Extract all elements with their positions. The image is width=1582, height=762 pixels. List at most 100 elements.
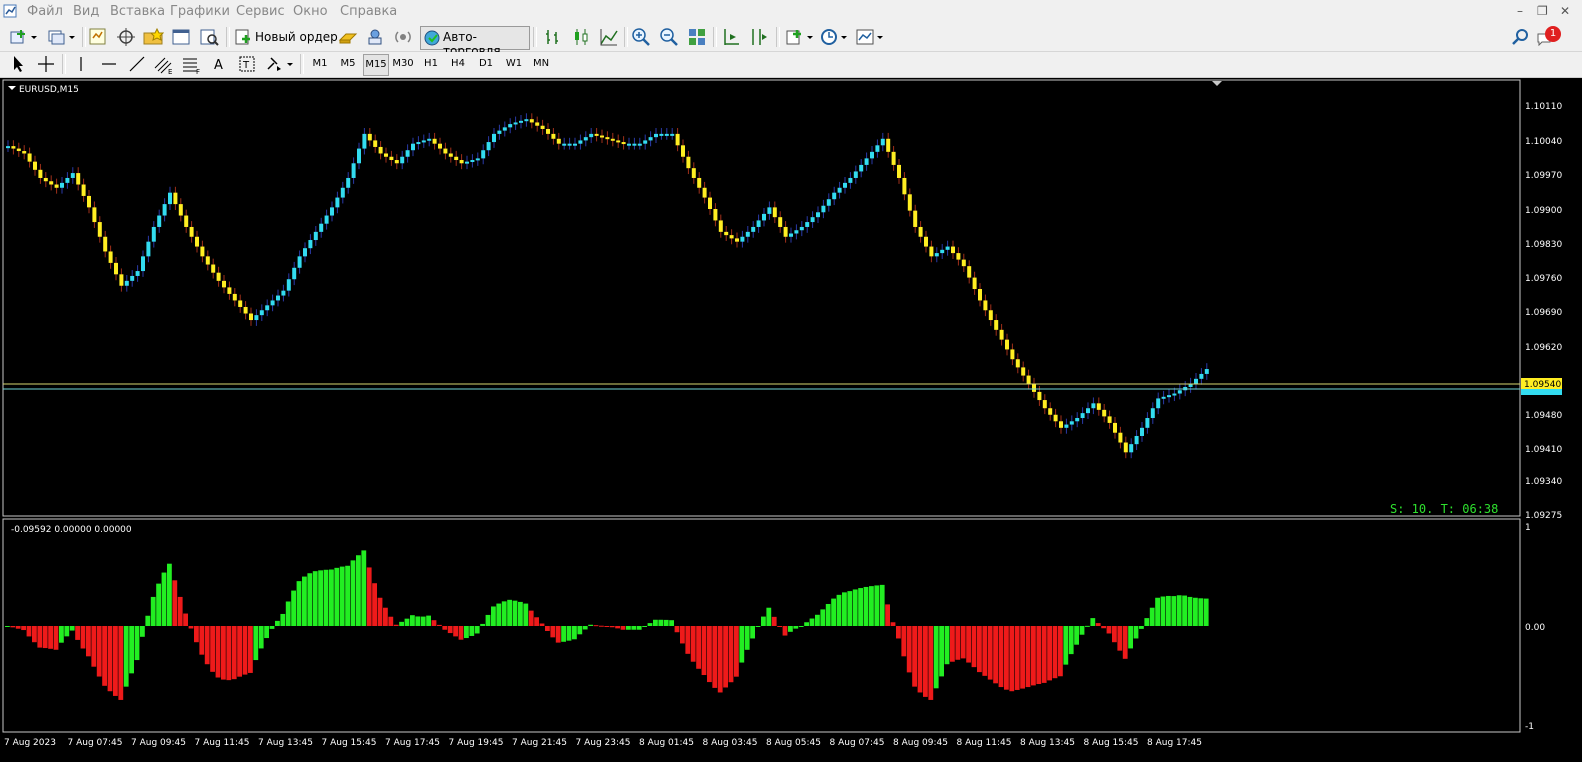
dropdown-arrow-icon[interactable] [804,26,816,48]
histogram-bar [642,626,647,627]
candle-body [956,253,961,260]
notifications-button[interactable]: 1 [1537,26,1561,48]
timeframe-h4[interactable]: H4 [446,54,470,74]
histogram-bar [869,586,874,626]
market-watch-icon[interactable] [87,26,109,48]
menu-tools[interactable]: Сервис [236,4,285,19]
candle-body [1091,403,1096,409]
new-chart-icon[interactable] [8,26,30,48]
timeframe-m15[interactable]: M15 [363,54,389,76]
templates-icon[interactable] [854,26,876,48]
trendline-icon[interactable] [126,53,148,75]
svg-text:F: F [196,68,200,75]
histogram-bar [1106,626,1112,634]
auto-trading-button[interactable]: Авто-торговля [420,26,530,58]
dropdown-arrow-icon[interactable] [28,26,40,48]
histogram-bar [1128,626,1133,649]
histogram-bar [647,623,653,626]
text-icon[interactable]: A [208,53,230,75]
timeframe-mn[interactable]: MN [529,54,553,74]
menu-file[interactable]: Файл [27,4,63,19]
timeframe-h1[interactable]: H1 [419,54,443,74]
candle-body [308,240,313,249]
new-order-button[interactable]: Новый ордер [255,26,338,48]
signals-icon[interactable] [392,26,414,48]
equidistant-channel-icon[interactable]: E [152,53,174,75]
candle-body [594,133,599,136]
periods-clock-icon[interactable] [818,26,840,48]
dropdown-arrow-icon[interactable] [874,26,886,48]
histogram-bar [620,626,626,630]
cursor-icon[interactable] [7,53,29,75]
menu-window[interactable]: Окно [293,4,328,19]
chart-shift-icon[interactable] [720,26,742,48]
candle-body [519,120,523,123]
candle-body [632,143,637,146]
chart-shift-marker-icon[interactable] [1212,81,1222,86]
close-icon[interactable]: ✕ [1560,4,1570,18]
terminal-icon[interactable] [170,26,192,48]
zoom-out-icon[interactable] [658,26,680,48]
horizontal-line-icon[interactable] [98,53,120,75]
candle-body [124,280,129,286]
timeframe-d1[interactable]: D1 [474,54,498,74]
strategy-tester-icon[interactable] [198,26,220,48]
histogram-bar [566,626,572,641]
tile-windows-icon[interactable] [686,26,708,48]
candle-body [346,177,351,188]
chart-canvas[interactable]: EURUSD,M15 -0.09592 0.00000 0.00000 1.10… [0,78,1582,762]
time-tick-label: 7 Aug 07:45 [68,738,123,748]
candle-body [529,119,534,123]
timeframe-m30[interactable]: M30 [391,54,415,74]
symbol-menu-arrow-icon[interactable] [8,86,16,90]
zoom-in-icon[interactable] [630,26,652,48]
line-chart-icon[interactable] [598,26,620,48]
fibonacci-icon[interactable]: F [180,53,202,75]
menu-charts[interactable]: Графики [170,4,230,19]
histogram-bar [1025,626,1031,688]
text-label-icon[interactable]: T [236,53,258,75]
histogram-bar [177,596,183,626]
autoscroll-icon[interactable] [748,26,770,48]
histogram-bar [1058,626,1063,677]
histogram-bar [1139,626,1144,629]
dropdown-arrow-icon[interactable] [66,26,78,48]
candle-body [486,142,491,151]
histogram-bar [885,604,890,626]
crosshair-icon[interactable] [35,53,57,75]
mql-community-icon[interactable] [364,26,386,48]
candle-body [745,231,750,237]
menu-help[interactable]: Справка [340,4,397,19]
timeframe-m1[interactable]: M1 [308,54,332,74]
crosshair-navigator-icon[interactable] [115,26,137,48]
arrows-icon[interactable] [264,53,286,75]
menu-view[interactable]: Вид [73,4,99,19]
navigator-folder-icon[interactable] [142,26,164,48]
histogram-bar [750,626,755,639]
histogram-bar [766,607,772,626]
timeframe-w1[interactable]: W1 [502,54,526,74]
search-icon[interactable] [1510,26,1532,48]
restore-icon[interactable]: ❐ [1537,4,1548,18]
candle-body [340,187,345,198]
candle-body [999,329,1004,340]
histogram-bar [528,610,534,626]
vertical-line-icon[interactable] [70,53,92,75]
candle-body [821,205,826,213]
dropdown-arrow-icon[interactable] [284,53,296,75]
bar-chart-icon[interactable] [542,26,564,48]
dropdown-arrow-icon[interactable] [838,26,850,48]
candle-body [443,148,448,154]
minimize-icon[interactable]: – [1517,4,1523,18]
candle-body [918,226,923,237]
indicators-icon[interactable] [784,26,806,48]
new-order-icon[interactable] [233,26,255,48]
menu-insert[interactable]: Вставка [110,4,165,19]
price-tick-label: 1.09830 [1525,240,1562,250]
profiles-icon[interactable] [46,26,68,48]
gold-bar-icon[interactable] [337,26,359,48]
time-tick-label: 8 Aug 17:45 [1147,738,1202,748]
chart-window[interactable]: EURUSD,M15 -0.09592 0.00000 0.00000 1.10… [0,78,1582,762]
candlestick-icon[interactable] [570,26,592,48]
timeframe-m5[interactable]: M5 [336,54,360,74]
